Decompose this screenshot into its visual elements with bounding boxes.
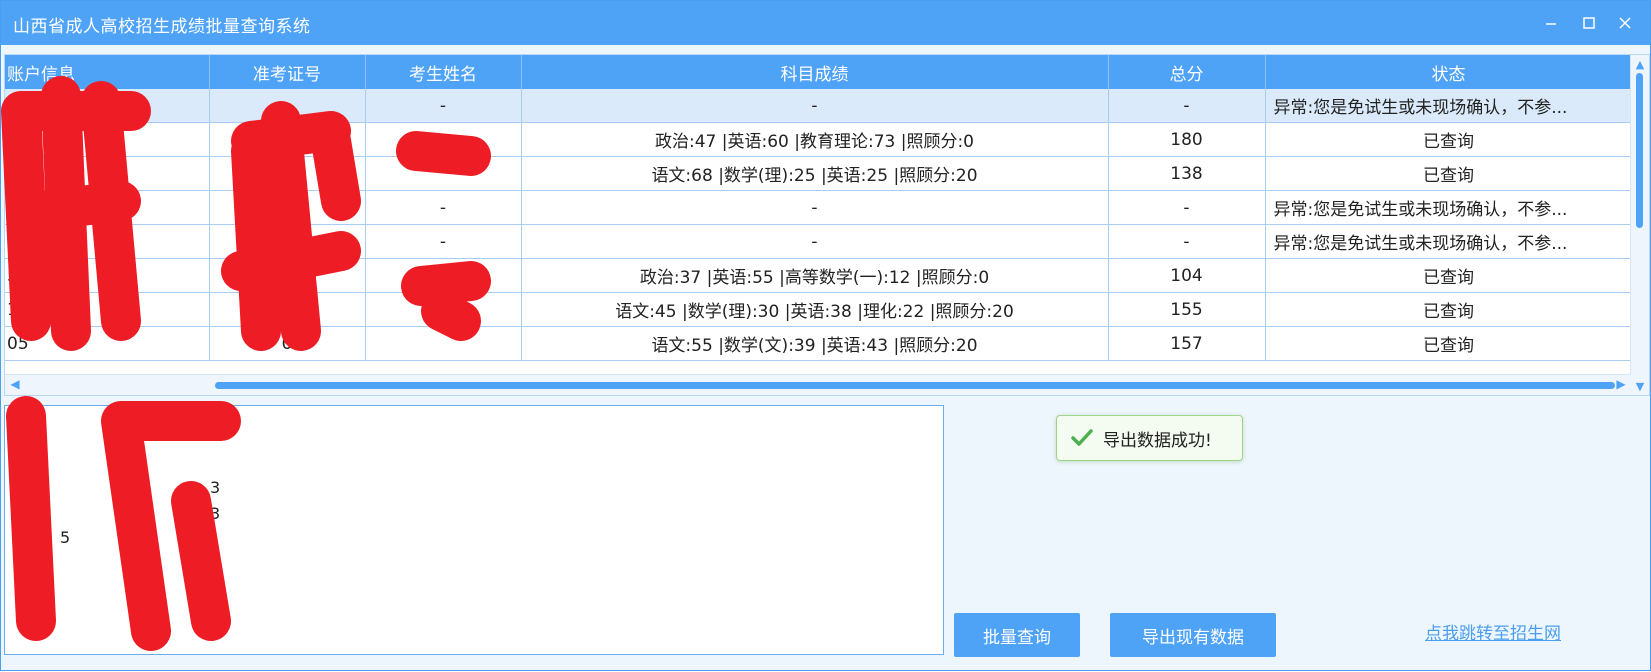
scroll-left-icon[interactable]: ◀ [9,378,21,390]
cell-ticket [209,190,366,225]
export-data-button[interactable]: 导出现有数据 [1110,613,1276,657]
cell-status: 已查询 [1265,258,1633,293]
cell-ticket: 1 [209,122,366,157]
cell-total: - [1108,190,1266,225]
cell-status: 异常:您是免试生或未现场确认，不参... [1265,224,1633,259]
table-row[interactable]: 12 语文:68 |数学(理):25 |英语:25 |照顾分:20 138 已查… [5,156,1633,191]
scroll-down-icon[interactable]: ▼ [1634,381,1646,393]
table-row[interactable]: 1 语文:45 |数学(理):30 |英语:38 |理化:22 |照顾分:20 … [5,292,1633,327]
cell-name [365,292,522,327]
admission-site-link[interactable]: 点我跳转至招生网 [1425,619,1561,644]
results-table: 账户信息 准考证号 考生姓名 科目成绩 总分 状态 - - - - 异常:您是免… [5,55,1633,361]
cell-account [5,89,210,123]
table-row[interactable]: 05 0 语文:55 |数学(文):39 |英语:43 |照顾分:20 157 … [5,326,1633,361]
cell-ticket [209,258,366,293]
log-line: 3 [210,478,221,497]
cell-scores: - [521,224,1109,259]
cell-total: 104 [1108,258,1266,293]
export-success-toast: 导出数据成功! [1056,415,1243,461]
cell-scores: 政治:37 |英语:55 |高等数学(一):12 |照顾分:0 [521,258,1109,293]
cell-account: 05 [5,326,210,361]
cell-scores: 政治:47 |英语:60 |教育理论:73 |照顾分:0 [521,122,1109,157]
cell-scores: 语文:55 |数学(文):39 |英语:43 |照顾分:20 [521,326,1109,361]
cell-total: 138 [1108,156,1266,191]
cell-name: - [365,190,522,225]
batch-query-button[interactable]: 批量查询 [954,613,1080,657]
cell-name [365,122,522,157]
cell-ticket: - [209,89,366,123]
cell-total: 157 [1108,326,1266,361]
cell-scores: - [521,89,1109,123]
column-header-scores[interactable]: 科目成绩 [521,55,1109,89]
close-button[interactable] [1607,9,1643,37]
cell-total: - [1108,89,1266,123]
column-header-name[interactable]: 考生姓名 [365,55,522,89]
cell-status: 异常:您是免试生或未现场确认，不参... [1265,89,1633,123]
cell-name [365,326,522,361]
cell-scores: - [521,190,1109,225]
cell-account: 05 [5,224,210,259]
maximize-icon [1583,17,1595,29]
cell-total: 180 [1108,122,1266,157]
table-header-row: 账户信息 准考证号 考生姓名 科目成绩 总分 状态 [5,55,1633,89]
cell-name: - [365,89,522,123]
log-line: 5 [60,528,71,547]
toast-message: 导出数据成功! [1103,430,1212,451]
cell-ticket [209,292,366,327]
title-bar: 山西省成人高校招生成绩批量查询系统 [1,1,1650,45]
cell-ticket: 0 [209,326,366,361]
cell-name [365,156,522,191]
cell-ticket [209,156,366,191]
vertical-scrollbar[interactable]: ▲ ▼ [1630,55,1649,395]
cell-status: 已查询 [1265,122,1633,157]
cell-name [365,258,522,293]
table-row[interactable]: 57 政治:37 |英语:55 |高等数学(一):12 |照顾分:0 104 已… [5,258,1633,293]
cell-status: 异常:您是免试生或未现场确认，不参... [1265,190,1633,225]
cell-account: 0 [5,190,210,225]
table-row[interactable]: 05 - - - 异常:您是免试生或未现场确认，不参... [5,224,1633,259]
cell-account: 57 [5,258,210,293]
column-header-total[interactable]: 总分 [1108,55,1266,89]
cell-total: - [1108,224,1266,259]
log-line: 3 [210,504,221,523]
horizontal-scrollbar[interactable]: ◀ ▶ [5,374,1631,395]
check-icon [1071,429,1093,447]
cell-account: C1 [5,122,210,157]
table-row[interactable]: 0 - - - 异常:您是免试生或未现场确认，不参... [5,190,1633,225]
minimize-button[interactable] [1533,9,1569,37]
column-header-status[interactable]: 状态 [1265,55,1633,89]
scroll-right-icon[interactable]: ▶ [1615,378,1627,390]
cell-scores: 语文:45 |数学(理):30 |英语:38 |理化:22 |照顾分:20 [521,292,1109,327]
horizontal-scroll-thumb[interactable] [215,382,1615,389]
cell-name: - [365,224,522,259]
column-header-ticket[interactable]: 准考证号 [209,55,366,89]
cell-ticket [209,224,366,259]
results-grid[interactable]: 账户信息 准考证号 考生姓名 科目成绩 总分 状态 - - - - 异常:您是免… [4,54,1650,396]
cell-scores: 语文:68 |数学(理):25 |英语:25 |照顾分:20 [521,156,1109,191]
maximize-button[interactable] [1571,9,1607,37]
window-title: 山西省成人高校招生成绩批量查询系统 [13,17,311,37]
table-row[interactable]: C1 1 政治:47 |英语:60 |教育理论:73 |照顾分:0 180 已查… [5,122,1633,157]
vertical-scroll-thumb[interactable] [1636,73,1643,228]
column-header-account[interactable]: 账户信息 [5,55,210,89]
cell-total: 155 [1108,292,1266,327]
table-row[interactable]: - - - - 异常:您是免试生或未现场确认，不参... [5,89,1633,123]
minimize-icon [1546,23,1556,25]
cell-status: 已查询 [1265,326,1633,361]
close-icon [1619,17,1631,29]
scroll-up-icon[interactable]: ▲ [1634,59,1646,71]
cell-status: 已查询 [1265,156,1633,191]
account-input-box[interactable]: 3 3 5 [4,405,944,655]
cell-status: 已查询 [1265,292,1633,327]
app-window: 山西省成人高校招生成绩批量查询系统 账户信息 准考证号 考生姓名 科目成绩 总分… [0,0,1651,671]
cell-account: 12 [5,156,210,191]
cell-account: 1 [5,292,210,327]
